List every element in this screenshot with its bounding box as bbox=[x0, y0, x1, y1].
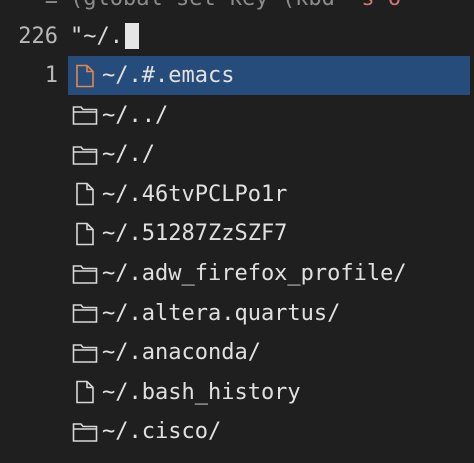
folder-icon bbox=[72, 301, 98, 325]
completion-label: ~/.#.emacs bbox=[102, 63, 235, 88]
completion-item[interactable]: ~/.51287ZzSZF7 bbox=[68, 214, 287, 253]
completion-item[interactable]: ~/../ bbox=[68, 96, 168, 135]
completion-label: ~/.bash_history bbox=[102, 379, 301, 405]
completion-label: ~/.46tvPCLPo1r bbox=[102, 181, 288, 207]
completion-item[interactable]: ~/.#.emacs bbox=[68, 56, 470, 95]
current-code-line[interactable]: 226 "~/. bbox=[0, 18, 474, 54]
completion-item[interactable]: ~/.bash_history bbox=[68, 373, 301, 412]
completion-label: ~/.51287ZzSZF7 bbox=[102, 221, 288, 247]
completion-item[interactable]: ~/.anaconda/ bbox=[68, 333, 261, 372]
folder-icon bbox=[72, 143, 98, 167]
file-icon bbox=[72, 222, 98, 246]
code-text: "~/. bbox=[70, 23, 123, 49]
completion-item[interactable]: ~/.adw_firefox_profile/ bbox=[68, 254, 407, 293]
code-text: (global-set-key (kbd bbox=[70, 0, 335, 11]
completion-item[interactable]: ~/.46tvPCLPo1r bbox=[68, 175, 287, 214]
previous-code-line: ≡ (global-set-key (kbd "s-o" bbox=[0, 0, 474, 16]
folder-icon bbox=[72, 341, 98, 365]
completion-item[interactable]: ~/.altera.quartus/ bbox=[68, 294, 340, 333]
line-number: 226 bbox=[18, 23, 58, 49]
completion-label: ~/.altera.quartus/ bbox=[102, 300, 341, 326]
folder-icon bbox=[72, 103, 98, 127]
file-icon bbox=[72, 380, 98, 404]
relative-line-number: 1 bbox=[44, 62, 58, 88]
line-number: ≡ bbox=[0, 0, 58, 11]
completion-item[interactable]: ~/.cisco/ bbox=[68, 412, 221, 451]
completion-label: ~/../ bbox=[102, 102, 169, 128]
folder-icon bbox=[72, 262, 98, 286]
completion-label: ~/./ bbox=[102, 142, 155, 168]
folder-icon bbox=[72, 420, 98, 444]
file-icon bbox=[72, 64, 98, 88]
completion-label: ~/.anaconda/ bbox=[102, 340, 261, 366]
completion-label: ~/.adw_firefox_profile/ bbox=[102, 261, 407, 286]
text-cursor bbox=[124, 23, 139, 49]
completion-item[interactable]: ~/./ bbox=[68, 135, 155, 174]
file-icon bbox=[72, 182, 98, 206]
code-string: "s-o" bbox=[348, 0, 414, 11]
relative-line-number-row: 1 bbox=[0, 57, 60, 93]
completion-label: ~/.cisco/ bbox=[102, 419, 222, 445]
